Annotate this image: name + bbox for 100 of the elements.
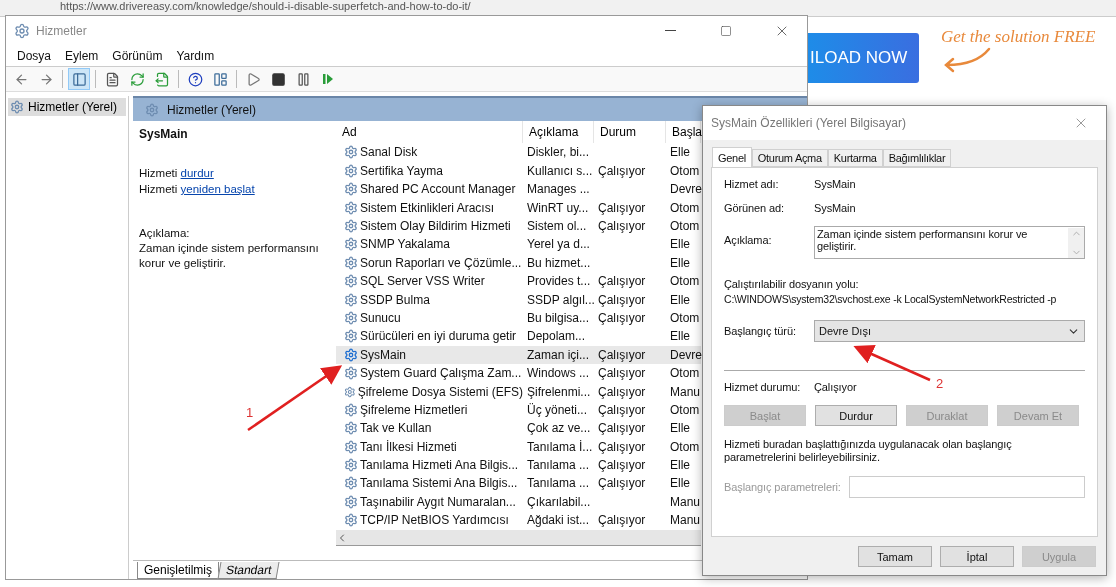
table-cell: SSDP Bulma — [336, 292, 523, 307]
table-cell: Sürücüleri en iyi duruma getir — [336, 329, 523, 344]
service-row[interactable]: Sunucu Bu bilgisa... Çalışıyor Otom — [336, 308, 701, 328]
menu-item[interactable]: Eylem — [58, 48, 106, 63]
download-button[interactable]: ILOAD NOW — [808, 33, 919, 83]
dialog-button[interactable]: İptal — [940, 546, 1014, 567]
action-text: Hizmeti yeniden başlat — [139, 182, 256, 197]
service-row[interactable]: Tanı İlkesi Hizmeti Tanılama İ... Çalışıyor Otom — [336, 437, 701, 456]
gear-icon — [344, 458, 358, 473]
service-button[interactable]: Durdur — [815, 405, 897, 426]
description-text: Zaman içinde sistem performansını korur ve geliştirir. — [139, 241, 320, 271]
menu-item[interactable]: Yardım — [169, 48, 222, 63]
gear-icon — [344, 421, 358, 436]
table-cell-text: Çalışıyor — [597, 200, 647, 215]
startup-type-dropdown[interactable]: Devre Dışı — [814, 320, 1085, 342]
menu-item[interactable]: Görünüm — [105, 48, 170, 63]
table-cell-text: Çalışıyor — [597, 513, 647, 528]
dialog-button[interactable]: Tamam — [858, 546, 932, 567]
service-row[interactable]: TCP/IP NetBIOS Yardımcısı Ağdaki ist... Çalışıyor Manu — [336, 511, 701, 530]
gear-icon — [145, 102, 159, 117]
table-cell-text: Diskler, bi... — [526, 145, 590, 160]
panel-button[interactable] — [68, 68, 90, 90]
service-row[interactable]: Tanılama Sistemi Ana Bilgis... Tanılama ... Çalışıyor Elle — [336, 474, 701, 493]
minimize-icon — [664, 30, 676, 31]
help-icon — [187, 71, 203, 87]
service-row[interactable]: Sertifika Yayma Kullanıcı s... Çalışıyor Otom — [336, 161, 701, 181]
column-header[interactable]: Durum — [594, 121, 666, 144]
action-link[interactable]: yeniden başlat — [180, 183, 255, 195]
table-cell-text: Şifrelenmi... — [526, 384, 592, 399]
field-label: Çalıştırılabilir dosyanın yolu: — [724, 278, 860, 290]
dialog-tab[interactable]: Oturum Açma — [751, 149, 828, 167]
table-cell: Shared PC Account Manager — [336, 182, 523, 197]
dialog-tab[interactable]: Genel — [712, 147, 752, 168]
description-field[interactable]: Zaman içinde sistem performansını korur ve geliştirir. — [814, 226, 1085, 259]
description-label: Açıklama: — [139, 226, 191, 241]
service-row[interactable]: Şifreleme Hizmetleri Üç yöneti... Çalışıyor Otom — [336, 400, 701, 420]
refresh-icon — [129, 71, 145, 87]
service-row[interactable]: SNMP Yakalama Yerel ya d... Elle — [336, 235, 701, 254]
table-cell-text: Elle — [669, 237, 691, 252]
service-row[interactable]: Sürücüleri en iyi duruma getir Depolam... Elle — [336, 327, 701, 346]
table-cell-text: Yerel ya d... — [526, 237, 591, 252]
service-row[interactable]: Şifreleme Dosya Sistemi (EFS) Şifrelenmi... Çalışıyor Manu — [336, 382, 701, 401]
table-cell-text: Otom — [669, 310, 701, 325]
dialog-tab[interactable]: Kurtarma — [827, 149, 883, 167]
service-row[interactable]: SSDP Bulma SSDP algıl... Çalışıyor Elle — [336, 290, 701, 309]
table-cell-text: Tanılama İ... — [526, 439, 594, 454]
resume-icon — [321, 72, 335, 86]
service-row[interactable]: Sorun Raporları ve Çözümle... Bu hizmet... Elle — [336, 253, 701, 272]
table-cell-text: Tanılama ... — [526, 458, 591, 473]
menu-item[interactable]: Dosya — [10, 48, 58, 63]
view-tab[interactable]: Genişletilmiş — [137, 562, 219, 579]
gear-icon — [344, 476, 358, 491]
pane-title: Hizmetler (Yerel) — [167, 102, 256, 117]
service-row[interactable]: Sistem Etkinlikleri Aracısı WinRT uy... Çalışıyor Otom — [336, 198, 701, 217]
table-cell-text: Manu — [669, 384, 701, 399]
service-row[interactable]: Sistem Olay Bildirim Hizmeti Sistem ol... Çalışıyor Otom — [336, 216, 701, 236]
service-row[interactable]: Taşınabilir Aygıt Numaralan... Çıkarılabil... Manu — [336, 492, 701, 512]
service-row[interactable]: System Guard Çalışma Zam... Windows ... Çalışıyor Otom — [336, 363, 701, 383]
service-name: SysMain — [139, 127, 189, 141]
table-cell-text: WinRT uy... — [526, 200, 590, 215]
tree-item[interactable]: Hizmetler (Yerel) — [8, 98, 126, 116]
service-row[interactable]: Sanal Disk Diskler, bi... Elle — [336, 143, 701, 162]
parameters-field[interactable] — [848, 476, 1085, 498]
table-cell-text: Sistem ol... — [526, 219, 588, 233]
table-cell: Sistem Etkinlikleri Aracısı — [336, 200, 523, 215]
scrollbar[interactable] — [336, 530, 701, 546]
dialog-title: SysMain Özellikleri (Yerel Bilgisayar) — [711, 116, 907, 130]
action-link[interactable]: durdur — [180, 167, 214, 179]
gear-icon — [344, 255, 358, 270]
table-cell-text: Otom — [669, 163, 701, 178]
service-row[interactable]: Shared PC Account Manager Manages ... Devre — [336, 180, 701, 199]
column-header[interactable]: Açıklama — [523, 121, 594, 144]
table-cell-text: Çalışıyor — [597, 439, 647, 454]
table-cell-text: Çalışıyor — [597, 421, 647, 436]
view-tab[interactable]: Standart — [217, 562, 280, 579]
action-text: Hizmeti durdur — [139, 166, 215, 181]
export-icon — [154, 71, 170, 87]
pause-icon — [295, 71, 311, 87]
table-cell-text: Çıkarılabil... — [526, 494, 592, 509]
service-row[interactable]: SQL Server VSS Writer Provides t... Çalışıyor Otom — [336, 272, 701, 291]
dialog-tab[interactable]: Bağımlılıklar — [882, 149, 952, 167]
stop-icon — [270, 71, 286, 87]
service-row[interactable]: Tak ve Kullan Çok az ve... Çalışıyor Elle — [336, 419, 701, 438]
table-cell-text: Devre — [669, 347, 701, 362]
gear-icon — [344, 237, 358, 252]
service-row[interactable]: Tanılama Hizmeti Ana Bilgis... Tanılama ... Çalışıyor Elle — [336, 455, 701, 475]
column-header[interactable]: Ad — [336, 121, 523, 144]
window-icon — [212, 71, 228, 87]
table-cell-text: Çalışıyor — [597, 274, 647, 289]
gear-icon — [344, 274, 358, 289]
service-row[interactable]: SysMain Zaman içi... Çalışıyor Devre — [336, 345, 701, 364]
table-cell-text: Üç yöneti... — [526, 402, 589, 417]
table-cell: SNMP Yakalama — [336, 237, 523, 252]
table-cell-text: Elle — [669, 421, 691, 436]
table-cell-text: Manu — [669, 513, 701, 528]
play-icon — [245, 71, 261, 87]
column-header[interactable]: Başla — [666, 121, 701, 144]
table-cell-text: Otom — [669, 219, 701, 233]
url-text: https://www.drivereasy.com/knowledge/should-i-disable-superfetch-and-how-to-do-it/ — [60, 0, 471, 13]
table-cell-text: Çalışıyor — [597, 384, 647, 399]
